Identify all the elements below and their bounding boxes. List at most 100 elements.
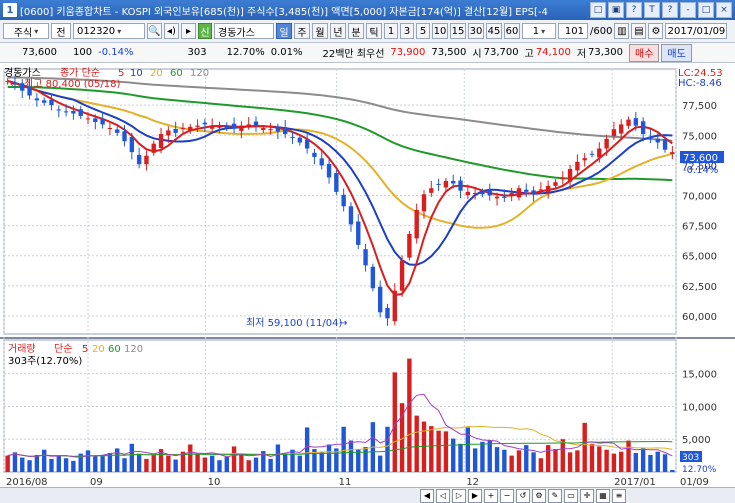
- candle-body: [356, 221, 361, 245]
- zoom-out-icon[interactable]: −: [500, 488, 514, 503]
- volume-bar: [20, 457, 25, 472]
- interval-10[interactable]: 10: [432, 23, 448, 39]
- tab-minute[interactable]: 분: [348, 23, 364, 39]
- reset-icon[interactable]: ↺: [516, 488, 530, 503]
- candle-body: [253, 121, 259, 126]
- candle-body: [246, 124, 251, 126]
- vol-legend-ma-title: 단순: [54, 343, 72, 355]
- tool-icon[interactable]: ✎: [548, 488, 562, 503]
- volume-bar: [166, 455, 171, 472]
- candle-body: [188, 126, 193, 131]
- market-select[interactable]: 주식: [3, 23, 49, 39]
- volume-bar: [122, 458, 127, 472]
- candle-body: [217, 126, 222, 128]
- volume-bar: [85, 450, 91, 472]
- stock-code-input[interactable]: 012320: [73, 23, 145, 39]
- date-input[interactable]: 2017/01/09: [665, 23, 728, 39]
- sell-button[interactable]: 매도: [661, 43, 692, 62]
- volume-bar: [487, 440, 492, 472]
- tab-month[interactable]: 월: [312, 23, 328, 39]
- candle-body: [560, 177, 565, 180]
- search-icon[interactable]: 🔍: [147, 23, 162, 39]
- volume-bar: [5, 455, 10, 472]
- volume-bar: [283, 453, 288, 472]
- unit-select[interactable]: 1: [522, 23, 556, 39]
- candle-body: [78, 109, 83, 116]
- y-tick-label: 65,000: [682, 252, 717, 263]
- y-tick-label: 77,500: [682, 101, 717, 112]
- arrow-icon[interactable]: ▸: [181, 23, 196, 39]
- volume-bar: [93, 456, 98, 472]
- tab-week[interactable]: 주: [294, 23, 310, 39]
- candle-body: [319, 158, 324, 166]
- candle-body: [107, 128, 113, 130]
- stock-chart[interactable]: 60,00062,50065,00067,50070,00072,50075,0…: [0, 64, 735, 487]
- help-button[interactable]: ?: [626, 2, 642, 18]
- interval-3[interactable]: 3: [400, 23, 414, 39]
- candle-body: [173, 128, 178, 133]
- menu-icon[interactable]: ≡: [612, 488, 626, 503]
- x-tick-label: 12: [466, 477, 479, 487]
- prev-icon[interactable]: ◁: [436, 488, 450, 503]
- volume-bar: [41, 449, 47, 472]
- legend-ma60: 60: [170, 68, 183, 79]
- legend-ma20: 20: [150, 68, 163, 79]
- buy-button[interactable]: 매수: [629, 43, 660, 62]
- volume-bar: [12, 452, 18, 472]
- interval-1[interactable]: 1: [384, 23, 398, 39]
- volume-bar: [275, 444, 281, 472]
- volume-bar: [239, 454, 244, 472]
- candle-body: [71, 110, 76, 114]
- cross-icon[interactable]: ✛: [580, 488, 594, 503]
- interval-5[interactable]: 5: [416, 23, 430, 39]
- volume-bar: [648, 454, 653, 472]
- volume-bar: [129, 443, 135, 472]
- minimize-button[interactable]: -: [680, 2, 696, 18]
- prev-button[interactable]: 전: [51, 23, 71, 39]
- window-btn-1[interactable]: □: [590, 2, 606, 18]
- candle-body: [158, 134, 164, 149]
- speaker-icon[interactable]: ◂): [164, 23, 179, 39]
- text-button[interactable]: T: [644, 2, 660, 18]
- candle-body: [261, 128, 266, 130]
- ruler-icon[interactable]: ▭: [564, 488, 578, 503]
- chart-icon-2[interactable]: ▤: [631, 23, 647, 39]
- vol-legend-name: 거래량: [8, 343, 36, 355]
- pct-tag: -0.14%: [683, 165, 718, 176]
- window-title: [0600] 키움종합차트 - KOSPI 외국인보유[685(천)] 주식수[…: [20, 6, 548, 18]
- legend-ma5: 5: [118, 68, 124, 79]
- volume-bar: [377, 455, 383, 472]
- candle-body: [604, 138, 609, 149]
- candle-body: [480, 191, 485, 195]
- volume-bar: [516, 450, 522, 472]
- settings-icon[interactable]: ⚙: [532, 488, 546, 503]
- interval-45[interactable]: 45: [486, 23, 502, 39]
- close-button[interactable]: ×: [716, 2, 732, 18]
- count-input[interactable]: 101: [558, 23, 588, 39]
- window-btn-2[interactable]: ▣: [608, 2, 624, 18]
- gear-icon[interactable]: ⚙: [648, 23, 664, 39]
- last-icon[interactable]: ▶: [468, 488, 482, 503]
- y-tick-label: 75,000: [682, 131, 717, 142]
- volume-bar: [71, 460, 76, 472]
- volume-bar: [633, 452, 639, 472]
- maximize-button[interactable]: □: [698, 2, 714, 18]
- tab-year[interactable]: 년: [330, 23, 346, 39]
- low-note: 최저 59,100 (11/04): [246, 317, 342, 329]
- first-icon[interactable]: ◀: [420, 488, 434, 503]
- grid-icon[interactable]: ▦: [596, 488, 610, 503]
- chart-icon-1[interactable]: ▥: [614, 23, 630, 39]
- interval-15[interactable]: 15: [450, 23, 466, 39]
- next-icon[interactable]: ▷: [452, 488, 466, 503]
- tab-day[interactable]: 일: [276, 23, 292, 39]
- candle-body: [180, 128, 186, 130]
- zoom-in-icon[interactable]: +: [484, 488, 498, 503]
- tab-tick[interactable]: 틱: [366, 23, 382, 39]
- candle-body: [494, 196, 500, 199]
- candle-body: [458, 180, 463, 191]
- interval-60[interactable]: 60: [504, 23, 520, 39]
- volume-bar: [290, 449, 295, 472]
- volume-bar: [348, 440, 354, 472]
- info-button[interactable]: ?: [662, 2, 678, 18]
- interval-30[interactable]: 30: [468, 23, 484, 39]
